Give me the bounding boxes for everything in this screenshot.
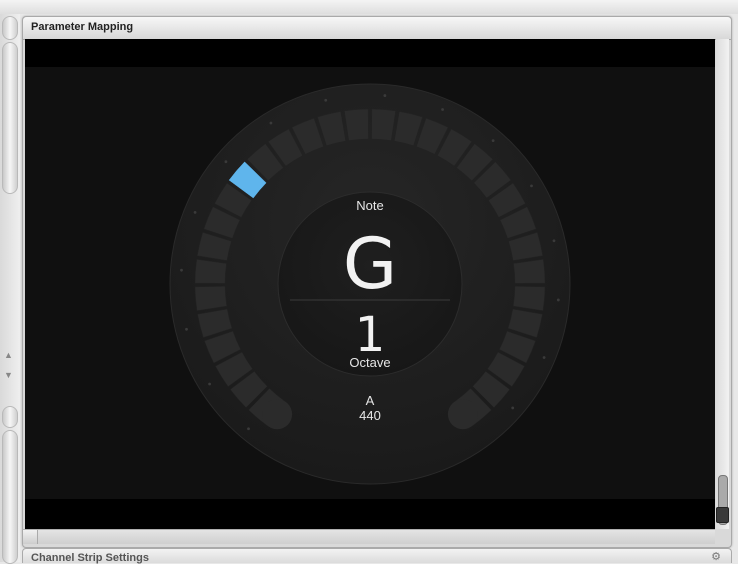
panel-header: Parameter Mapping	[23, 17, 731, 40]
tuner-area: Note G 1 Octave A 440	[25, 67, 715, 499]
scale-tick	[511, 406, 515, 410]
reference-note: A	[366, 393, 375, 408]
scale-segment	[344, 108, 369, 141]
scale-segment	[194, 259, 227, 284]
plugin-view: Note G 1 Octave A 440	[25, 39, 715, 529]
tuner-dial: Note G 1 Octave A 440	[169, 83, 571, 485]
reference-frequency[interactable]: 440	[359, 408, 381, 423]
scale-tick	[552, 239, 556, 243]
scale-start-cap	[262, 399, 293, 430]
scale-tick	[269, 121, 273, 125]
scale-tick	[247, 427, 250, 431]
horizontal-scroll-cap[interactable]	[23, 530, 38, 544]
up-arrow-icon[interactable]: ▲	[4, 350, 13, 360]
left-rail: ▲ ▼	[0, 14, 20, 564]
window-top-strip	[0, 0, 738, 14]
vertical-scrollbar[interactable]	[716, 39, 729, 529]
scale-tick	[208, 382, 212, 386]
scale-segment	[513, 259, 546, 284]
scale-tick	[180, 268, 183, 272]
note-label: Note	[356, 198, 383, 213]
scale-tick	[530, 184, 533, 188]
panel-title: Parameter Mapping	[31, 21, 134, 33]
scale-end-cap	[447, 399, 478, 430]
scale-tick	[542, 356, 546, 359]
left-rail-lower-thumb[interactable]	[2, 430, 18, 564]
resize-knob[interactable]	[716, 507, 729, 523]
scale-tick	[324, 98, 328, 102]
octave-label: Octave	[349, 355, 390, 370]
parameter-mapping-panel: Parameter Mapping Note G 1 Octave A 440	[22, 16, 732, 548]
down-arrow-icon[interactable]: ▼	[4, 370, 13, 380]
scale-tick	[193, 211, 197, 214]
left-rail-scroll-thumb[interactable]	[2, 42, 18, 194]
channel-strip-settings-title: Channel Strip Settings	[31, 552, 149, 564]
channel-strip-settings-panel[interactable]: Channel Strip Settings ⚙	[22, 548, 732, 564]
scale-tick	[441, 108, 444, 111]
left-rail-button[interactable]	[2, 406, 18, 428]
gear-icon[interactable]: ⚙	[711, 550, 721, 563]
horizontal-scrollbar[interactable]	[23, 529, 715, 544]
scale-tick	[491, 139, 495, 142]
scale-tick	[224, 160, 228, 164]
scale-segment	[194, 286, 227, 311]
scale-segment	[371, 108, 396, 141]
scale-tick	[383, 94, 387, 97]
left-rail-tab[interactable]	[2, 16, 18, 40]
scale-tick	[185, 327, 188, 331]
note-value[interactable]: G	[343, 223, 397, 305]
scale-tick	[556, 298, 560, 302]
scale-segment	[513, 286, 546, 311]
